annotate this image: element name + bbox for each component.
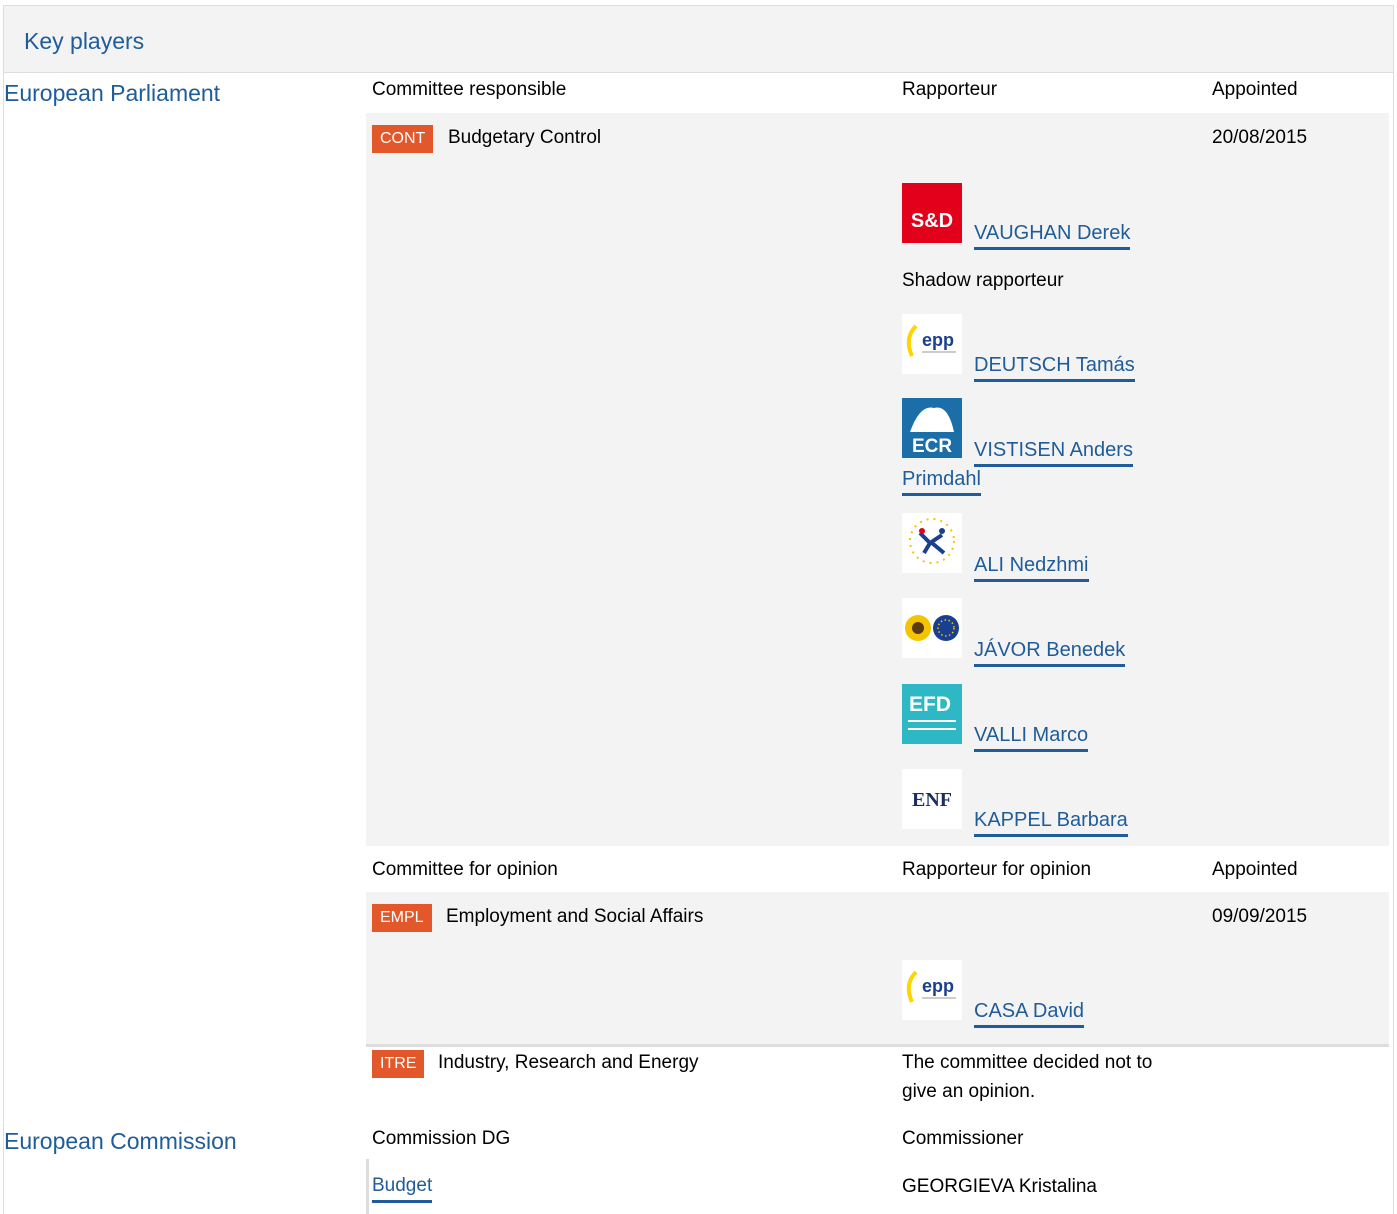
commissioner-name: GEORGIEVA Kristalina — [902, 1176, 1097, 1197]
epp-group-logo: epp — [902, 314, 962, 374]
shadow-vistisen-link-line2[interactable]: Primdahl — [902, 466, 981, 496]
opinion-rapporteur-casa-link[interactable]: CASA David — [974, 998, 1085, 1028]
rapporteur-vaughan-link[interactable]: VAUGHAN Derek — [974, 220, 1131, 250]
itre-note-line2: give an opinion. — [902, 1081, 1036, 1102]
svg-text:EFD: EFD — [909, 693, 951, 716]
section-label-commission: European Commission — [4, 1128, 237, 1154]
shadow-ali-link[interactable]: ALI Nedzhmi — [974, 552, 1089, 582]
col-rapporteur-opinion: Rapporteur for opinion — [902, 859, 1092, 880]
sd-group-logo: S&D — [902, 183, 962, 243]
shadow-deutsch-link[interactable]: DEUTSCH Tamás — [974, 352, 1135, 382]
committee-tag-empl: EMPL — [372, 904, 432, 932]
col-commission-dg: Commission DG — [372, 1128, 511, 1149]
epp-group-logo-casa: epp — [902, 960, 962, 1020]
svg-text:epp: epp — [922, 330, 954, 350]
committee-name-cont: Budgetary Control — [448, 127, 602, 148]
appointed-date-cont: 20/08/2015 — [1212, 127, 1308, 148]
shadow-valli-link[interactable]: VALLI Marco — [974, 722, 1089, 752]
committee-tag-itre: ITRE — [372, 1050, 425, 1078]
svg-text:ECR: ECR — [912, 436, 952, 457]
shadow-javor-link[interactable]: JÁVOR Benedek — [974, 637, 1126, 667]
responsible-committee-panel — [366, 113, 1389, 846]
greens-group-logo — [902, 598, 962, 658]
key-players-title: Key players — [24, 28, 145, 54]
key-players-header: Key players — [4, 6, 1393, 73]
col-commissioner: Commissioner — [902, 1128, 1024, 1149]
shadow-rapporteur-label: Shadow rapporteur — [902, 270, 1064, 291]
enf-group-logo: ENF — [902, 769, 962, 829]
shadow-kappel-link[interactable]: KAPPEL Barbara — [974, 807, 1128, 837]
commission-row-border — [366, 1159, 369, 1214]
col-committee-opinion: Committee for opinion — [372, 859, 558, 880]
col-appointed: Appointed — [1212, 79, 1298, 100]
svg-text:ENF: ENF — [912, 789, 952, 811]
col-appointed-opinion: Appointed — [1212, 859, 1298, 880]
svg-text:epp: epp — [922, 976, 954, 996]
col-rapporteur: Rapporteur — [902, 79, 998, 100]
shadow-vistisen-link-line1[interactable]: VISTISEN Anders — [974, 437, 1133, 467]
appointed-date-empl: 09/09/2015 — [1212, 906, 1308, 927]
efd-group-logo: EFD — [902, 684, 962, 744]
section-label-parliament: European Parliament — [4, 80, 221, 106]
row-separator — [366, 1044, 1389, 1047]
alde-group-logo — [902, 513, 962, 573]
committee-tag-cont: CONT — [372, 125, 434, 153]
itre-note-line1: The committee decided not to — [902, 1052, 1153, 1073]
svg-text:S&D: S&D — [911, 210, 953, 232]
ecr-group-logo: ECR — [902, 398, 962, 458]
committee-name-empl: Employment and Social Affairs — [446, 906, 704, 927]
col-committee-responsible: Committee responsible — [372, 79, 567, 100]
commission-dg-budget-link[interactable]: Budget — [372, 1173, 433, 1203]
committee-name-itre: Industry, Research and Energy — [438, 1052, 699, 1073]
